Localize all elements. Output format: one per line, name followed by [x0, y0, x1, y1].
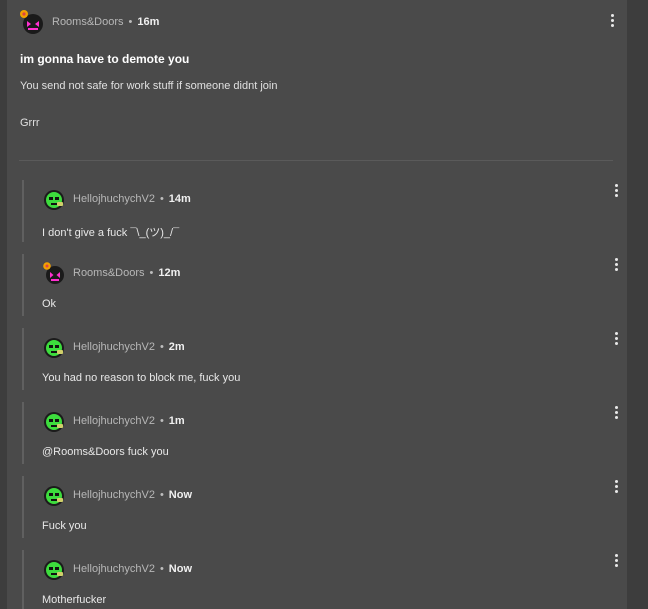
- hellojhuchych-avatar-icon: [44, 338, 64, 358]
- rooms-doors-avatar-icon: [43, 262, 64, 284]
- reply-text: You had no reason to block me, fuck you: [42, 372, 241, 384]
- separator-dot: •: [128, 16, 133, 28]
- reply-time: 14m: [168, 193, 191, 205]
- reply-item: HellojhuchychV2 • 1m @Rooms&Doors fuck y…: [22, 402, 619, 464]
- more-options-icon[interactable]: [613, 554, 619, 570]
- more-options-icon[interactable]: [613, 332, 619, 348]
- reply-time: Now: [168, 563, 193, 575]
- reply-text: Ok: [42, 298, 57, 310]
- reply-header: Rooms&Doors • 12m: [42, 260, 612, 286]
- reply-text: Fuck you: [42, 520, 87, 532]
- left-gutter: [0, 0, 7, 609]
- avatar[interactable]: [42, 261, 66, 285]
- separator-dot: •: [149, 267, 154, 279]
- post-header: Rooms&Doors • 16m: [19, 8, 615, 36]
- separator-dot: •: [159, 193, 164, 205]
- reply-author[interactable]: Rooms&Doors: [73, 267, 145, 279]
- post-body-line: Grrr: [20, 117, 40, 129]
- post-card: Rooms&Doors • 16m im gonna have to demot…: [7, 0, 627, 609]
- more-options-icon[interactable]: [613, 480, 619, 496]
- avatar[interactable]: [19, 9, 45, 35]
- separator-dot: •: [159, 563, 164, 575]
- avatar[interactable]: [42, 483, 66, 507]
- reply-item: Rooms&Doors • 12m Ok: [22, 254, 619, 316]
- right-gutter: [627, 0, 648, 609]
- reply-item: HellojhuchychV2 • 2m You had no reason t…: [22, 328, 619, 390]
- rooms-doors-avatar-icon: [20, 10, 43, 34]
- post-title: im gonna have to demote you: [20, 52, 190, 66]
- reply-text: @Rooms&Doors fuck you: [42, 446, 169, 458]
- avatar[interactable]: [42, 557, 66, 581]
- avatar[interactable]: [42, 335, 66, 359]
- separator-dot: •: [159, 489, 164, 501]
- avatar[interactable]: [42, 187, 66, 211]
- reply-author[interactable]: HellojhuchychV2: [73, 415, 155, 427]
- reply-time: 1m: [168, 415, 185, 427]
- reply-item: HellojhuchychV2 • Now Fuck you: [22, 476, 619, 538]
- reply-item: HellojhuchychV2 • Now Motherfucker: [22, 550, 619, 609]
- reply-header: HellojhuchychV2 • 1m: [42, 408, 612, 434]
- reply-time: 12m: [158, 267, 181, 279]
- reply-header: HellojhuchychV2 • Now: [42, 482, 612, 508]
- separator-dot: •: [159, 415, 164, 427]
- more-options-icon[interactable]: [613, 184, 619, 200]
- reply-header: HellojhuchychV2 • 14m: [42, 186, 612, 212]
- reply-time: Now: [168, 489, 193, 501]
- reply-header: HellojhuchychV2 • 2m: [42, 334, 612, 360]
- reply-header: HellojhuchychV2 • Now: [42, 556, 612, 582]
- reply-author[interactable]: HellojhuchychV2: [73, 193, 155, 205]
- divider: [19, 160, 613, 161]
- hellojhuchych-avatar-icon: [44, 560, 64, 580]
- hellojhuchych-avatar-icon: [44, 190, 64, 210]
- reply-author[interactable]: HellojhuchychV2: [73, 489, 155, 501]
- post-body-line: You send not safe for work stuff if some…: [20, 80, 278, 92]
- more-options-icon[interactable]: [613, 406, 619, 422]
- more-options-icon[interactable]: [613, 258, 619, 274]
- post-author[interactable]: Rooms&Doors: [52, 16, 124, 28]
- separator-dot: •: [159, 341, 164, 353]
- hellojhuchych-avatar-icon: [44, 486, 64, 506]
- hellojhuchych-avatar-icon: [44, 412, 64, 432]
- more-options-icon[interactable]: [609, 14, 615, 30]
- reply-text: I don't give a fuck ¯\_(ツ)_/¯: [42, 227, 180, 239]
- post-time: 16m: [137, 16, 160, 28]
- reply-text: Motherfucker: [42, 594, 107, 606]
- avatar[interactable]: [42, 409, 66, 433]
- reply-item: HellojhuchychV2 • 14m I don't give a fuc…: [22, 180, 619, 242]
- reply-author[interactable]: HellojhuchychV2: [73, 563, 155, 575]
- reply-time: 2m: [168, 341, 185, 353]
- reply-author[interactable]: HellojhuchychV2: [73, 341, 155, 353]
